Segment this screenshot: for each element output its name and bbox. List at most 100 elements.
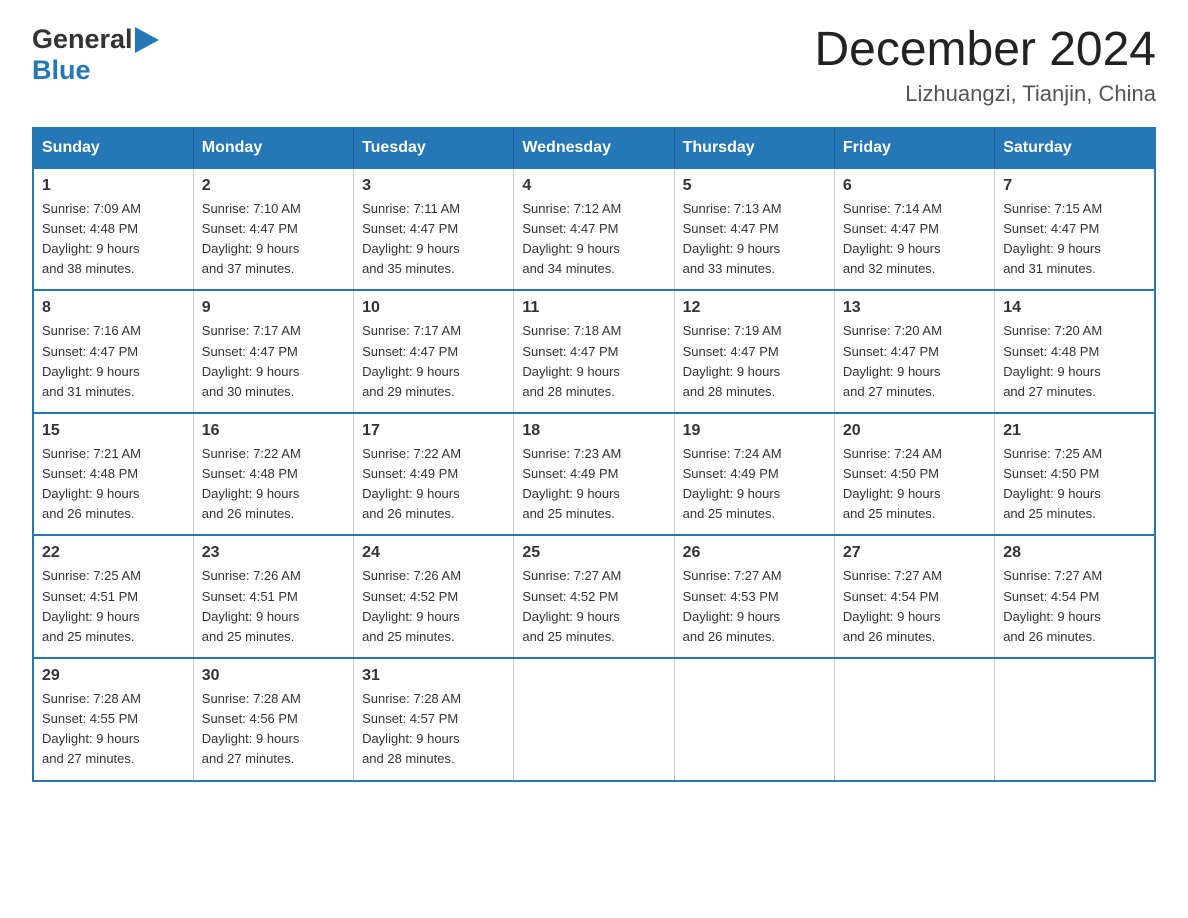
logo-icon <box>135 25 165 55</box>
day-detail-line: Daylight: 9 hours <box>362 609 460 624</box>
day-detail-line: Daylight: 9 hours <box>843 241 941 256</box>
day-info: Sunrise: 7:13 AMSunset: 4:47 PMDaylight:… <box>683 199 826 280</box>
day-cell-19: 19Sunrise: 7:24 AMSunset: 4:49 PMDayligh… <box>674 413 834 536</box>
day-detail-line: Daylight: 9 hours <box>1003 241 1101 256</box>
day-detail-line: and 27 minutes. <box>42 751 135 766</box>
day-detail-line: and 26 minutes. <box>1003 629 1096 644</box>
day-detail-line: Sunset: 4:47 PM <box>202 344 298 359</box>
day-number: 7 <box>1003 177 1146 195</box>
day-number: 9 <box>202 299 345 317</box>
day-detail-line: Daylight: 9 hours <box>202 731 300 746</box>
weekday-header-thursday: Thursday <box>674 128 834 168</box>
day-detail-line: and 26 minutes. <box>683 629 776 644</box>
empty-cell <box>514 658 674 781</box>
day-cell-17: 17Sunrise: 7:22 AMSunset: 4:49 PMDayligh… <box>354 413 514 536</box>
day-info: Sunrise: 7:19 AM Sunset: 4:47 PM Daylight:… <box>683 321 826 402</box>
day-detail-line: and 25 minutes. <box>683 506 776 521</box>
day-detail-line: Sunrise: 7:24 AM <box>843 446 942 461</box>
day-detail-line: and 25 minutes. <box>522 629 615 644</box>
day-cell-15: 15Sunrise: 7:21 AMSunset: 4:48 PMDayligh… <box>33 413 193 536</box>
day-detail-line: Daylight: 9 hours <box>683 364 781 379</box>
day-detail-line: and 26 minutes. <box>843 629 936 644</box>
day-detail-line: Sunrise: 7:23 AM <box>522 446 621 461</box>
day-cell-7: 7Sunrise: 7:15 AMSunset: 4:47 PMDaylight… <box>995 168 1155 291</box>
day-info: Sunrise: 7:24 AMSunset: 4:50 PMDaylight:… <box>843 444 986 525</box>
day-cell-12: 12Sunrise: 7:19 AMSunset: 4:47 PMDayligh… <box>674 290 834 413</box>
day-detail-line: Daylight: 9 hours <box>362 731 460 746</box>
day-number: 30 <box>202 667 345 685</box>
day-info: Sunrise: 7:09 AMSunset: 4:48 PMDaylight:… <box>42 199 185 280</box>
day-info: Sunrise: 7:25 AMSunset: 4:51 PMDaylight:… <box>42 566 185 647</box>
day-detail-line: Sunset: 4:54 PM <box>1003 589 1099 604</box>
main-title: December 2024 <box>814 24 1156 77</box>
day-detail-line: Sunset: 4:47 PM <box>42 344 138 359</box>
day-detail-line: and 25 minutes. <box>1003 506 1096 521</box>
day-detail-line: and 25 minutes. <box>42 629 135 644</box>
day-detail-line: Sunrise: 7:21 AM <box>42 446 141 461</box>
day-detail-line: Daylight: 9 hours <box>522 364 620 379</box>
day-info: Sunrise: 7:28 AMSunset: 4:57 PMDaylight:… <box>362 689 505 770</box>
weekday-header-tuesday: Tuesday <box>354 128 514 168</box>
day-number: 31 <box>362 667 505 685</box>
day-detail-line: Sunset: 4:47 PM <box>683 344 779 359</box>
day-detail-line: Sunrise: 7:28 AM <box>362 691 461 706</box>
day-detail-line: Sunset: 4:55 PM <box>42 711 138 726</box>
day-info: Sunrise: 7:26 AM Sunset: 4:51 PM Daylight:… <box>202 566 345 647</box>
day-detail-line: and 29 minutes. <box>362 384 455 399</box>
day-number: 16 <box>202 422 345 440</box>
day-detail-line: Sunrise: 7:19 AM <box>683 323 782 338</box>
day-cell-29: 29Sunrise: 7:28 AMSunset: 4:55 PMDayligh… <box>33 658 193 781</box>
logo: General Blue <box>32 24 165 86</box>
day-detail-line: Daylight: 9 hours <box>522 241 620 256</box>
day-number: 3 <box>362 177 505 195</box>
day-detail-line: Sunrise: 7:20 AM <box>843 323 942 338</box>
day-info: Sunrise: 7:23 AMSunset: 4:49 PMDaylight:… <box>522 444 665 525</box>
calendar-week-4: 22Sunrise: 7:25 AMSunset: 4:51 PMDayligh… <box>33 535 1155 658</box>
day-info: Sunrise: 7:27 AMSunset: 4:52 PMDaylight:… <box>522 566 665 647</box>
day-detail-line: Sunrise: 7:25 AM <box>42 568 141 583</box>
day-detail-line: Sunset: 4:54 PM <box>843 589 939 604</box>
day-number: 22 <box>42 544 185 562</box>
day-detail-line: Sunrise: 7:24 AM <box>683 446 782 461</box>
day-detail-line: and 32 minutes. <box>843 261 936 276</box>
day-number: 14 <box>1003 299 1146 317</box>
day-cell-13: 13Sunrise: 7:20 AMSunset: 4:47 PMDayligh… <box>834 290 994 413</box>
day-detail-line: Daylight: 9 hours <box>683 241 781 256</box>
calendar-week-1: 1Sunrise: 7:09 AMSunset: 4:48 PMDaylight… <box>33 168 1155 291</box>
day-cell-9: 9 Sunrise: 7:17 AMSunset: 4:47 PMDaylight… <box>193 290 353 413</box>
weekday-header-saturday: Saturday <box>995 128 1155 168</box>
day-detail-line: Daylight: 9 hours <box>843 609 941 624</box>
day-detail-line: and 35 minutes. <box>362 261 455 276</box>
day-detail-line: Daylight: 9 hours <box>843 486 941 501</box>
day-cell-24: 24Sunrise: 7:26 AMSunset: 4:52 PMDayligh… <box>354 535 514 658</box>
calendar-table: SundayMondayTuesdayWednesdayThursdayFrid… <box>32 127 1156 782</box>
subtitle: Lizhuangzi, Tianjin, China <box>814 81 1156 107</box>
day-detail-line: Sunset: 4:51 PM <box>202 589 298 604</box>
day-detail-line: Sunrise: 7:25 AM <box>1003 446 1102 461</box>
day-cell-16: 16Sunrise: 7:22 AMSunset: 4:48 PMDayligh… <box>193 413 353 536</box>
day-info: Sunrise: 7:20 AMSunset: 4:48 PMDaylight:… <box>1003 321 1146 402</box>
day-detail-line: Daylight: 9 hours <box>522 486 620 501</box>
day-detail-line: and 30 minutes. <box>202 384 295 399</box>
day-number: 5 <box>683 177 826 195</box>
day-number: 15 <box>42 422 185 440</box>
day-detail-line: Sunset: 4:52 PM <box>522 589 618 604</box>
day-detail-line: Daylight: 9 hours <box>202 241 300 256</box>
day-number: 28 <box>1003 544 1146 562</box>
calendar-week-2: 8Sunrise: 7:16 AMSunset: 4:47 PMDaylight… <box>33 290 1155 413</box>
day-detail-line: and 28 minutes. <box>522 384 615 399</box>
day-info: Sunrise: 7:25 AMSunset: 4:50 PMDaylight:… <box>1003 444 1146 525</box>
day-detail-line: Daylight: 9 hours <box>202 609 300 624</box>
logo-general-text: General <box>32 24 133 55</box>
day-detail-line: Sunrise: 7:26 AM <box>202 568 301 583</box>
day-detail-line: Sunrise: 7:10 AM <box>202 201 301 216</box>
day-detail-line: Sunrise: 7:11 AM <box>362 201 460 216</box>
day-info: Sunrise: 7:17 AMSunset: 4:47 PMDaylight:… <box>202 321 345 402</box>
day-number: 21 <box>1003 422 1146 440</box>
day-detail-line: and 38 minutes. <box>42 261 135 276</box>
day-info: Sunrise: 7:12 AMSunset: 4:47 PMDaylight:… <box>522 199 665 280</box>
calendar-week-5: 29Sunrise: 7:28 AMSunset: 4:55 PMDayligh… <box>33 658 1155 781</box>
day-info: Sunrise: 7:17 AMSunset: 4:47 PMDaylight:… <box>362 321 505 402</box>
day-detail-line: Sunrise: 7:14 AM <box>843 201 942 216</box>
day-detail-line: Sunrise: 7:15 AM <box>1003 201 1102 216</box>
